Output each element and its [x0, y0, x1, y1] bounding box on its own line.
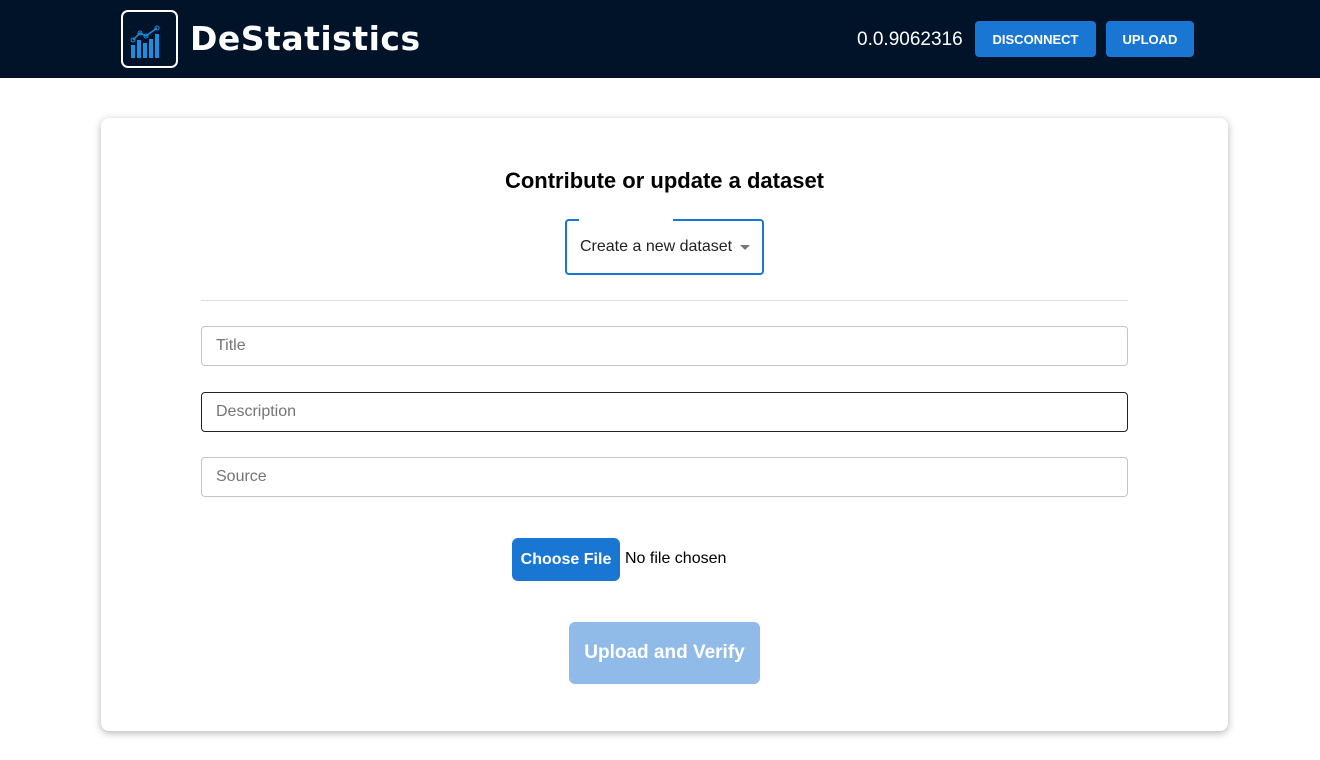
source-input[interactable]	[201, 457, 1128, 497]
select-label-notch	[579, 218, 673, 222]
upload-button[interactable]: UPLOAD	[1106, 21, 1194, 57]
top-nav-bar: DeStatistics 0.0.9062316 DISCONNECT UPLO…	[0, 0, 1320, 78]
upload-and-verify-button[interactable]: Upload and Verify	[569, 622, 760, 684]
file-status: No file chosen	[625, 550, 727, 567]
brand-name: DeStatistics	[190, 19, 421, 58]
chart-logo-icon	[130, 25, 160, 58]
dataset-select[interactable]: Create a new dataset	[565, 218, 764, 275]
balance-display: 0.0.9062316	[857, 29, 963, 50]
choose-file-button[interactable]: Choose File	[512, 538, 620, 581]
divider	[201, 300, 1128, 301]
logo[interactable]	[121, 10, 178, 68]
contribute-card: Contribute or update a dataset Create a …	[101, 118, 1228, 731]
description-input[interactable]	[201, 392, 1128, 432]
disconnect-button[interactable]: DISCONNECT	[975, 21, 1096, 57]
chevron-down-icon	[740, 245, 750, 250]
dataset-select-value: Create a new dataset	[580, 238, 733, 255]
page-title: Contribute or update a dataset	[504, 168, 825, 193]
title-input[interactable]	[201, 326, 1128, 366]
